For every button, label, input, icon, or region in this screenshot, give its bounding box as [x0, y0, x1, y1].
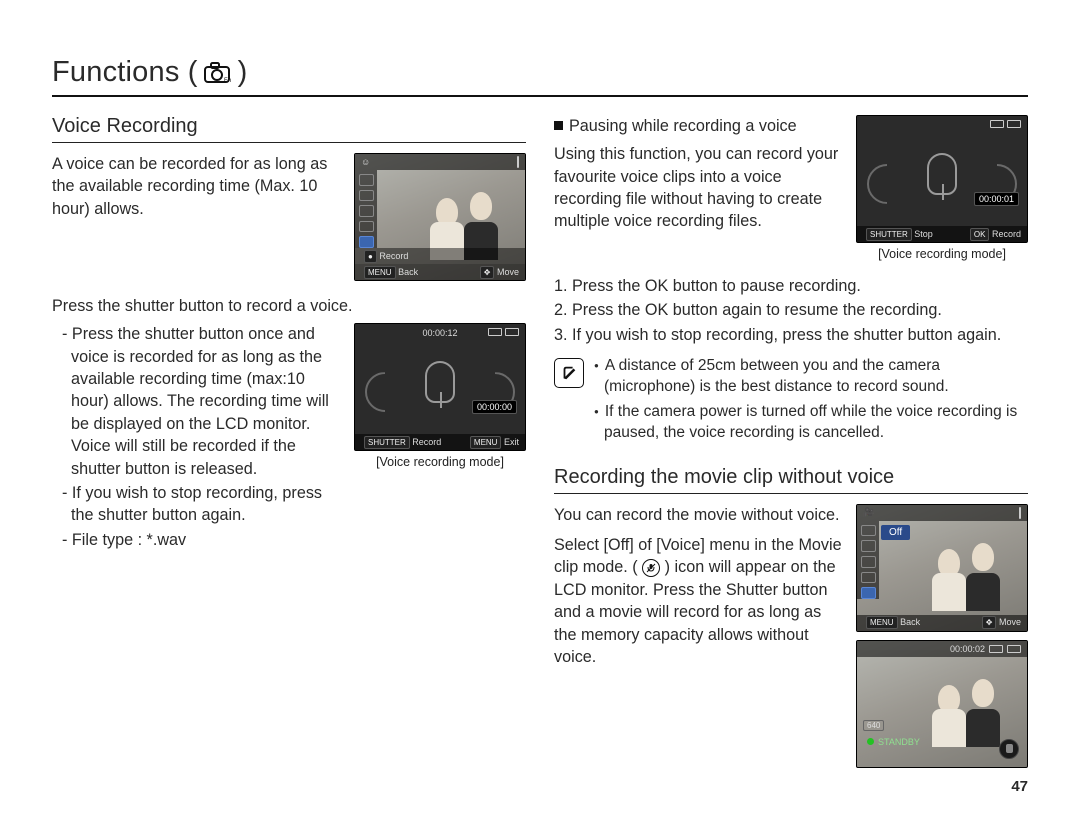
note-icon — [554, 358, 584, 388]
thumb-caption: [Voice recording mode] — [354, 455, 526, 469]
mute-indicator-icon — [999, 739, 1019, 759]
bullets-block: - Press the shutter button once and voic… — [52, 323, 526, 553]
page-title: Functions ( Fn ) — [52, 56, 1028, 97]
movie-intro-block: You can record the movie without voice. … — [554, 504, 1028, 768]
page-number: 47 — [1011, 778, 1028, 795]
list-item: A distance of 25cm between you and the c… — [594, 356, 1028, 398]
mute-mic-icon — [642, 559, 660, 577]
top-right-icons — [517, 157, 519, 167]
thumb-row2: ● Record — [355, 248, 525, 264]
pause-block: Pausing while recording a voice Using th… — [554, 115, 1028, 261]
pause-heading: Pausing while recording a voice — [569, 115, 797, 137]
step-item: 2. Press the OK button again to resume t… — [554, 299, 1028, 321]
thumb-botbar: MENU Back ✥ Move — [355, 264, 525, 280]
resolution-chip: 640 — [863, 720, 884, 731]
screenshot-standby: 00:00:02 640 STANDBY — [856, 640, 1028, 768]
note-block: A distance of 25cm between you and the c… — [554, 356, 1028, 448]
thumb-topbar: ☺ — [355, 154, 525, 170]
section-voice-recording: Voice Recording — [52, 115, 526, 143]
left-column: Voice Recording A voice can be recorded … — [52, 115, 526, 782]
title-suffix: ) — [238, 56, 248, 89]
pause-text-side: Pausing while recording a voice Using th… — [554, 115, 842, 261]
intro-block: A voice can be recorded for as long as t… — [52, 153, 526, 281]
face-icon: ☺ — [361, 157, 370, 167]
list-item: - File type : *.wav — [62, 529, 340, 551]
screenshot-voice-mode: 00:00:12 00:00:00 SHUTTER Record MENU Ex… — [354, 323, 526, 451]
note-list: A distance of 25cm between you and the c… — [594, 356, 1028, 448]
movie-intro: You can record the movie without voice. — [554, 504, 842, 526]
pause-heading-row: Pausing while recording a voice — [554, 115, 842, 137]
pause-body: Using this function, you can record your… — [554, 143, 842, 232]
timer-chip: 00:00:01 — [974, 192, 1019, 206]
movie-body: Select [Off] of [Voice] menu in the Movi… — [554, 534, 842, 668]
intro-text: A voice can be recorded for as long as t… — [52, 153, 340, 281]
top-right-icons — [488, 328, 519, 336]
screenshot-record-menu: ☺ ● Record MENU Back ✥ Move — [354, 153, 526, 281]
pause-steps: 1. Press the OK button to pause recordin… — [554, 275, 1028, 346]
manual-page: Functions ( Fn ) Voice Recording A voice… — [0, 0, 1080, 815]
voice-bullet-list: - Press the shutter button once and voic… — [52, 323, 340, 553]
two-column-layout: Voice Recording A voice can be recorded … — [52, 115, 1028, 782]
press-shutter-text: Press the shutter button to record a voi… — [52, 295, 526, 317]
left-icon-strip — [857, 521, 879, 599]
movie-text-side: You can record the movie without voice. … — [554, 504, 842, 768]
thumb-botbar: SHUTTER Record MENU Exit — [355, 434, 525, 450]
thumb-pause-wrap: 00:00:01 SHUTTER Stop OK Record [Voice r… — [856, 115, 1028, 261]
screenshot-voice-off-menu: Off 🎥 MENU Back ✥ Move — [856, 504, 1028, 632]
elapsed-timer: 00:00:12 — [422, 328, 457, 338]
camera-icon: Fn — [204, 62, 232, 84]
thumb-voice-mode-wrap: 00:00:12 00:00:00 SHUTTER Record MENU Ex… — [354, 323, 526, 553]
off-chip: Off — [881, 525, 910, 540]
title-prefix: Functions ( — [52, 56, 198, 89]
movie-thumbs: Off 🎥 MENU Back ✥ Move 00:00:02 640 STAN… — [856, 504, 1028, 768]
section-movie-no-voice: Recording the movie clip without voice — [554, 466, 1028, 494]
thumb-botbar: SHUTTER Stop OK Record — [857, 226, 1027, 242]
right-column: Pausing while recording a voice Using th… — [554, 115, 1028, 782]
step-item: 1. Press the OK button to pause recordin… — [554, 275, 1028, 297]
left-icon-strip — [355, 170, 377, 248]
movie-icon: 🎥 — [863, 507, 874, 518]
top-right-icons — [990, 120, 1021, 128]
thumb-caption: [Voice recording mode] — [856, 247, 1028, 261]
list-item: If the camera power is turned off while … — [594, 402, 1028, 444]
list-item: - Press the shutter button once and voic… — [62, 323, 340, 480]
square-bullet-icon — [554, 121, 563, 130]
step-item: 3. If you wish to stop recording, press … — [554, 324, 1028, 346]
list-item: - If you wish to stop recording, press t… — [62, 482, 340, 527]
svg-text:Fn: Fn — [224, 78, 231, 84]
screenshot-pause-mode: 00:00:01 SHUTTER Stop OK Record — [856, 115, 1028, 243]
standby-indicator: STANDBY — [867, 737, 920, 747]
timer-chip: 00:00:00 — [472, 400, 517, 414]
thumb-record-menu-wrap: ☺ ● Record MENU Back ✥ Move — [354, 153, 526, 281]
